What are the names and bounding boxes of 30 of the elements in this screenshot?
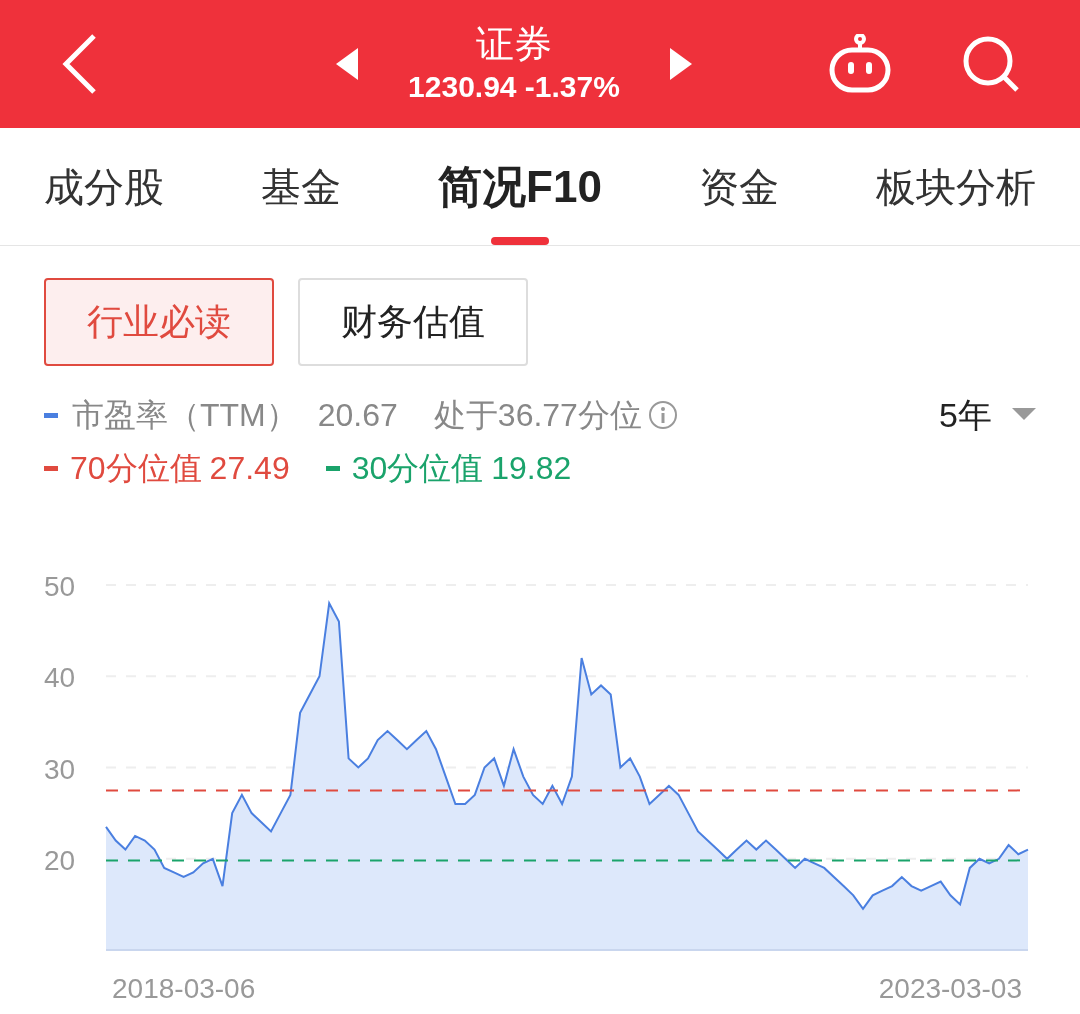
segment-button[interactable]: 财务估值	[298, 278, 528, 366]
y-tick-label: 30	[44, 753, 76, 785]
previous-icon[interactable]	[336, 48, 359, 80]
segment-button[interactable]: 行业必读	[44, 278, 274, 366]
y-tick-label: 50	[44, 571, 76, 602]
legend-value: 20.67	[317, 396, 398, 435]
dropdown-icon	[1012, 408, 1036, 422]
y-tick-label: 20	[44, 844, 76, 876]
legend-value: 19.82	[491, 449, 572, 488]
header-quote: 1230.94 -1.37%	[408, 69, 620, 105]
percentile-text: 处于36.77分位	[433, 396, 642, 435]
period-dropdown[interactable]: 5年	[939, 389, 1036, 441]
y-tick-label: 40	[44, 662, 76, 694]
info-icon[interactable]	[647, 400, 678, 430]
legend-label: 70分位值	[70, 449, 202, 488]
header-title: 证券	[476, 22, 552, 67]
next-icon[interactable]	[669, 48, 692, 80]
legend-label: 30分位值	[351, 449, 484, 488]
legend-value: 27.49	[209, 449, 290, 488]
search-icon[interactable]	[962, 35, 1020, 93]
tab[interactable]: 成分股	[44, 128, 164, 245]
tab[interactable]: 基金	[261, 128, 342, 245]
tab[interactable]: 资金	[698, 128, 779, 245]
legend-label: 市盈率（TTM）	[72, 396, 298, 435]
x-tick-label: 2018-03-06	[112, 973, 256, 1004]
x-tick-label: 2023-03-03	[878, 973, 1022, 1004]
robot-icon[interactable]	[828, 34, 892, 94]
tab[interactable]: 简况F10	[438, 128, 602, 245]
tab-indicator	[490, 237, 549, 245]
tab[interactable]: 板块分析	[875, 128, 1036, 245]
